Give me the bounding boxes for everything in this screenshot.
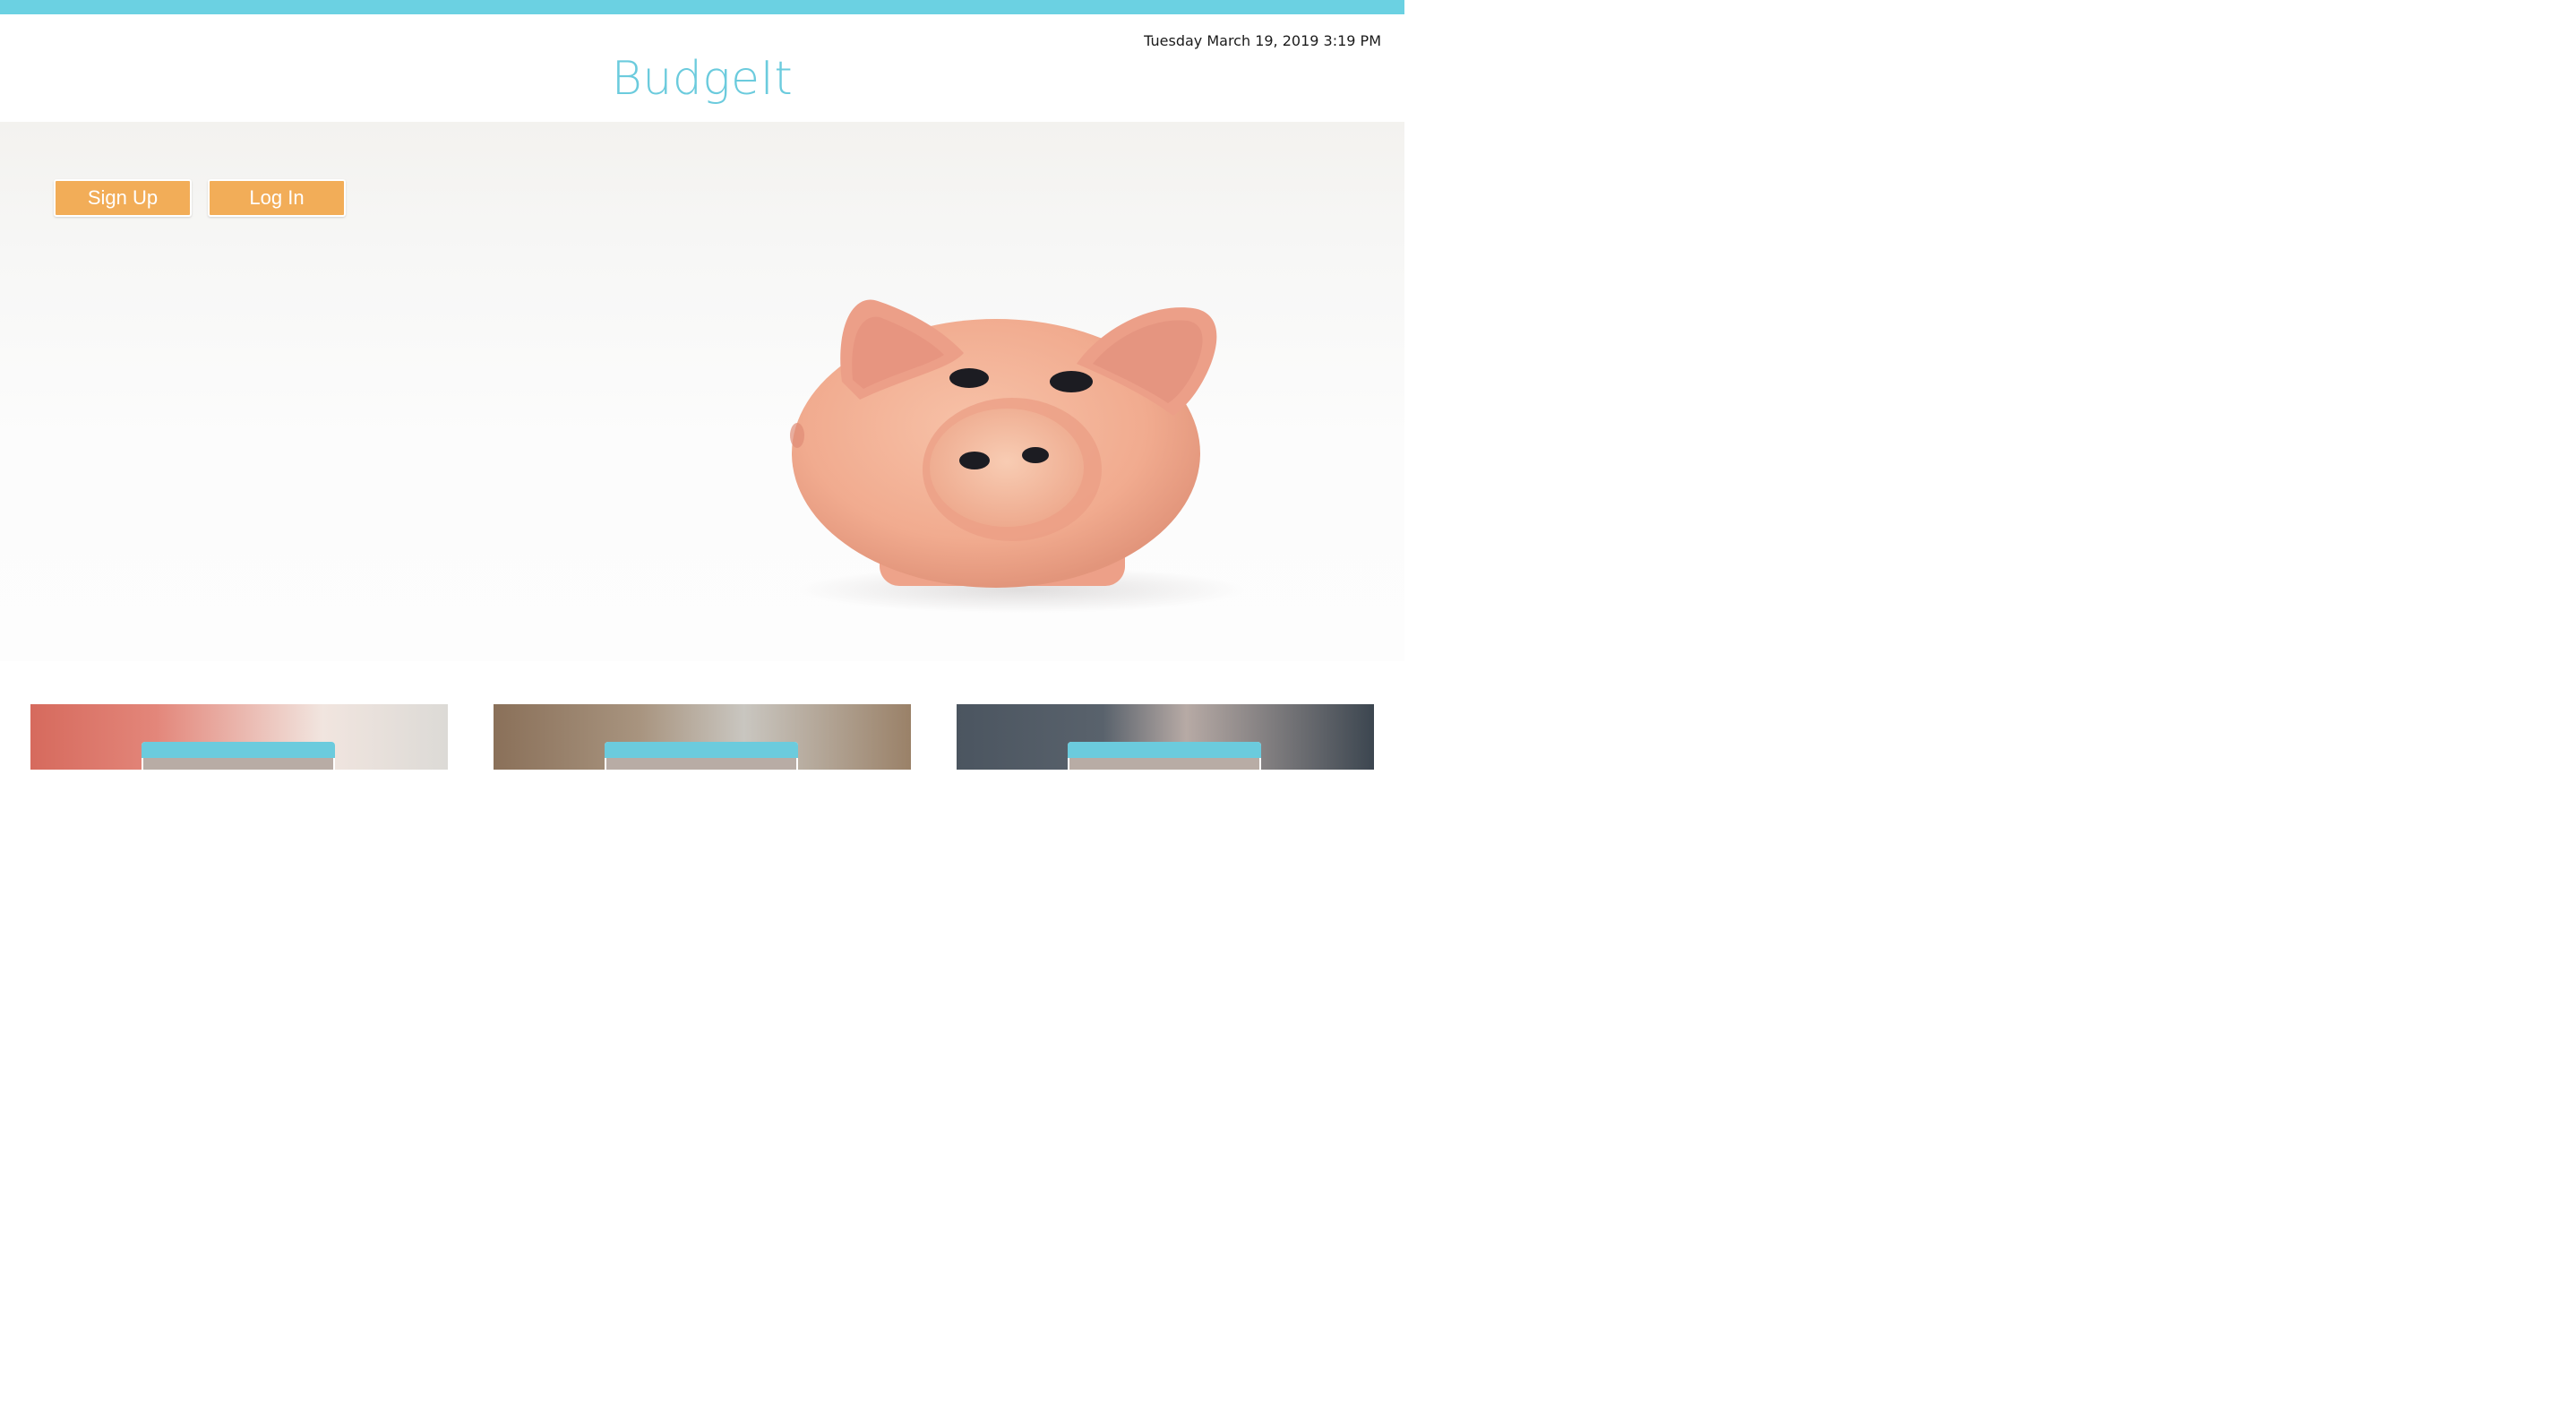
top-accent-bar	[0, 0, 1404, 14]
brand-title[interactable]: BudgeIt	[0, 50, 1404, 108]
feature-card[interactable]	[494, 704, 911, 770]
card-panel	[605, 742, 798, 770]
piggy-bank-image	[790, 299, 1245, 613]
card-panel-body	[1069, 758, 1259, 770]
signup-button[interactable]: Sign Up	[54, 179, 192, 217]
feature-card[interactable]	[30, 704, 448, 770]
feature-card[interactable]	[957, 704, 1374, 770]
card-panel-header	[1068, 742, 1261, 758]
login-button[interactable]: Log In	[208, 179, 346, 217]
card-panel	[142, 742, 335, 770]
card-panel-header	[605, 742, 798, 758]
card-panel-header	[142, 742, 335, 758]
feature-cards	[0, 704, 1404, 770]
hero-banner: Sign Up Log In	[0, 122, 1404, 661]
site-header: Tuesday March 19, 2019 3:19 PM BudgeIt	[0, 14, 1404, 122]
current-datetime: Tuesday March 19, 2019 3:19 PM	[1144, 32, 1381, 49]
card-panel-body	[606, 758, 796, 770]
card-panel	[1068, 742, 1261, 770]
card-panel-body	[143, 758, 333, 770]
